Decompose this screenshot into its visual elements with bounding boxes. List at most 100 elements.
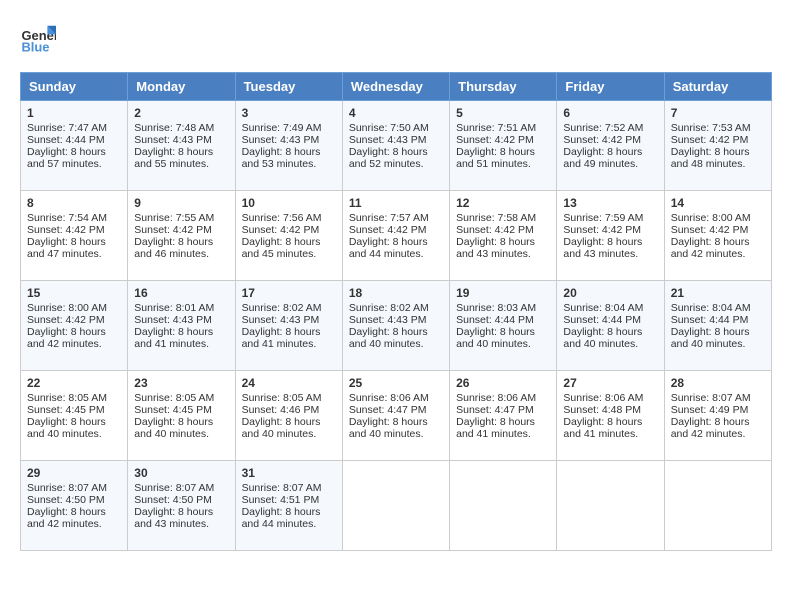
sunrise-label: Sunrise: 8:02 AM xyxy=(349,302,429,314)
sunset-label: Sunset: 4:42 PM xyxy=(134,224,212,236)
calendar-week-5: 29 Sunrise: 8:07 AM Sunset: 4:50 PM Dayl… xyxy=(21,461,772,551)
sunrise-label: Sunrise: 7:54 AM xyxy=(27,212,107,224)
calendar-cell: 12 Sunrise: 7:58 AM Sunset: 4:42 PM Dayl… xyxy=(450,191,557,281)
day-number: 7 xyxy=(671,106,765,120)
sunset-label: Sunset: 4:45 PM xyxy=(134,404,212,416)
calendar-cell: 18 Sunrise: 8:02 AM Sunset: 4:43 PM Dayl… xyxy=(342,281,449,371)
sunset-label: Sunset: 4:42 PM xyxy=(563,224,641,236)
logo: General Blue xyxy=(20,20,56,56)
calendar-cell: 10 Sunrise: 7:56 AM Sunset: 4:42 PM Dayl… xyxy=(235,191,342,281)
calendar-table: SundayMondayTuesdayWednesdayThursdayFrid… xyxy=(20,72,772,551)
calendar-cell xyxy=(664,461,771,551)
day-number: 19 xyxy=(456,286,550,300)
daylight-label: Daylight: 8 hours and 43 minutes. xyxy=(134,506,213,530)
daylight-label: Daylight: 8 hours and 41 minutes. xyxy=(242,326,321,350)
sunset-label: Sunset: 4:47 PM xyxy=(349,404,427,416)
sunrise-label: Sunrise: 8:02 AM xyxy=(242,302,322,314)
calendar-cell: 24 Sunrise: 8:05 AM Sunset: 4:46 PM Dayl… xyxy=(235,371,342,461)
sunrise-label: Sunrise: 7:55 AM xyxy=(134,212,214,224)
day-number: 27 xyxy=(563,376,657,390)
daylight-label: Daylight: 8 hours and 57 minutes. xyxy=(27,146,106,170)
daylight-label: Daylight: 8 hours and 41 minutes. xyxy=(134,326,213,350)
daylight-label: Daylight: 8 hours and 40 minutes. xyxy=(671,326,750,350)
sunrise-label: Sunrise: 8:06 AM xyxy=(563,392,643,404)
calendar-cell: 16 Sunrise: 8:01 AM Sunset: 4:43 PM Dayl… xyxy=(128,281,235,371)
column-header-tuesday: Tuesday xyxy=(235,73,342,101)
day-number: 29 xyxy=(27,466,121,480)
column-header-wednesday: Wednesday xyxy=(342,73,449,101)
sunrise-label: Sunrise: 8:04 AM xyxy=(671,302,751,314)
day-number: 14 xyxy=(671,196,765,210)
daylight-label: Daylight: 8 hours and 46 minutes. xyxy=(134,236,213,260)
day-number: 18 xyxy=(349,286,443,300)
day-number: 20 xyxy=(563,286,657,300)
daylight-label: Daylight: 8 hours and 40 minutes. xyxy=(27,416,106,440)
sunset-label: Sunset: 4:51 PM xyxy=(242,494,320,506)
sunrise-label: Sunrise: 7:57 AM xyxy=(349,212,429,224)
calendar-header-row: SundayMondayTuesdayWednesdayThursdayFrid… xyxy=(21,73,772,101)
sunset-label: Sunset: 4:50 PM xyxy=(134,494,212,506)
calendar-cell: 30 Sunrise: 8:07 AM Sunset: 4:50 PM Dayl… xyxy=(128,461,235,551)
daylight-label: Daylight: 8 hours and 40 minutes. xyxy=(134,416,213,440)
calendar-cell: 14 Sunrise: 8:00 AM Sunset: 4:42 PM Dayl… xyxy=(664,191,771,281)
calendar-cell: 20 Sunrise: 8:04 AM Sunset: 4:44 PM Dayl… xyxy=(557,281,664,371)
calendar-cell: 5 Sunrise: 7:51 AM Sunset: 4:42 PM Dayli… xyxy=(450,101,557,191)
column-header-monday: Monday xyxy=(128,73,235,101)
column-header-saturday: Saturday xyxy=(664,73,771,101)
calendar-cell: 9 Sunrise: 7:55 AM Sunset: 4:42 PM Dayli… xyxy=(128,191,235,281)
sunset-label: Sunset: 4:42 PM xyxy=(563,134,641,146)
calendar-cell: 6 Sunrise: 7:52 AM Sunset: 4:42 PM Dayli… xyxy=(557,101,664,191)
daylight-label: Daylight: 8 hours and 40 minutes. xyxy=(563,326,642,350)
sunset-label: Sunset: 4:44 PM xyxy=(27,134,105,146)
sunrise-label: Sunrise: 8:05 AM xyxy=(134,392,214,404)
sunrise-label: Sunrise: 7:52 AM xyxy=(563,122,643,134)
day-number: 6 xyxy=(563,106,657,120)
day-number: 13 xyxy=(563,196,657,210)
calendar-cell: 7 Sunrise: 7:53 AM Sunset: 4:42 PM Dayli… xyxy=(664,101,771,191)
calendar-cell: 28 Sunrise: 8:07 AM Sunset: 4:49 PM Dayl… xyxy=(664,371,771,461)
day-number: 11 xyxy=(349,196,443,210)
sunrise-label: Sunrise: 8:07 AM xyxy=(242,482,322,494)
calendar-cell xyxy=(342,461,449,551)
sunset-label: Sunset: 4:43 PM xyxy=(349,314,427,326)
day-number: 21 xyxy=(671,286,765,300)
sunrise-label: Sunrise: 7:56 AM xyxy=(242,212,322,224)
daylight-label: Daylight: 8 hours and 53 minutes. xyxy=(242,146,321,170)
sunrise-label: Sunrise: 7:47 AM xyxy=(27,122,107,134)
sunrise-label: Sunrise: 8:05 AM xyxy=(27,392,107,404)
daylight-label: Daylight: 8 hours and 40 minutes. xyxy=(242,416,321,440)
day-number: 2 xyxy=(134,106,228,120)
day-number: 25 xyxy=(349,376,443,390)
calendar-week-1: 1 Sunrise: 7:47 AM Sunset: 4:44 PM Dayli… xyxy=(21,101,772,191)
calendar-week-4: 22 Sunrise: 8:05 AM Sunset: 4:45 PM Dayl… xyxy=(21,371,772,461)
day-number: 10 xyxy=(242,196,336,210)
daylight-label: Daylight: 8 hours and 47 minutes. xyxy=(27,236,106,260)
day-number: 8 xyxy=(27,196,121,210)
sunrise-label: Sunrise: 8:04 AM xyxy=(563,302,643,314)
daylight-label: Daylight: 8 hours and 43 minutes. xyxy=(563,236,642,260)
calendar-cell: 23 Sunrise: 8:05 AM Sunset: 4:45 PM Dayl… xyxy=(128,371,235,461)
daylight-label: Daylight: 8 hours and 44 minutes. xyxy=(242,506,321,530)
daylight-label: Daylight: 8 hours and 44 minutes. xyxy=(349,236,428,260)
sunset-label: Sunset: 4:42 PM xyxy=(671,224,749,236)
column-header-sunday: Sunday xyxy=(21,73,128,101)
day-number: 26 xyxy=(456,376,550,390)
day-number: 31 xyxy=(242,466,336,480)
sunset-label: Sunset: 4:42 PM xyxy=(27,224,105,236)
sunset-label: Sunset: 4:42 PM xyxy=(242,224,320,236)
sunset-label: Sunset: 4:43 PM xyxy=(134,134,212,146)
day-number: 30 xyxy=(134,466,228,480)
calendar-cell: 17 Sunrise: 8:02 AM Sunset: 4:43 PM Dayl… xyxy=(235,281,342,371)
sunrise-label: Sunrise: 8:07 AM xyxy=(134,482,214,494)
sunrise-label: Sunrise: 8:00 AM xyxy=(671,212,751,224)
day-number: 28 xyxy=(671,376,765,390)
sunset-label: Sunset: 4:44 PM xyxy=(563,314,641,326)
day-number: 5 xyxy=(456,106,550,120)
sunrise-label: Sunrise: 7:50 AM xyxy=(349,122,429,134)
sunset-label: Sunset: 4:43 PM xyxy=(349,134,427,146)
sunset-label: Sunset: 4:48 PM xyxy=(563,404,641,416)
day-number: 22 xyxy=(27,376,121,390)
sunrise-label: Sunrise: 7:48 AM xyxy=(134,122,214,134)
calendar-week-3: 15 Sunrise: 8:00 AM Sunset: 4:42 PM Dayl… xyxy=(21,281,772,371)
calendar-cell: 13 Sunrise: 7:59 AM Sunset: 4:42 PM Dayl… xyxy=(557,191,664,281)
